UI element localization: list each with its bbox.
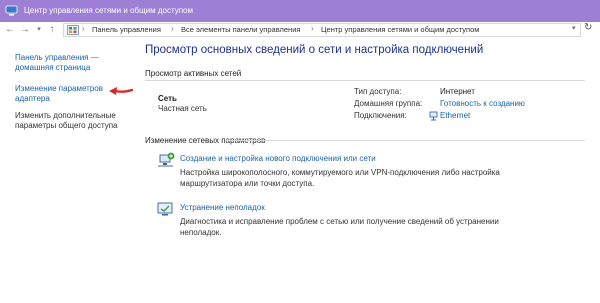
network-center-icon bbox=[5, 5, 18, 16]
advanced-sharing-settings-link[interactable]: Изменить дополнительные параметры общего… bbox=[15, 111, 118, 131]
setup-new-connection-description: Настройка широкополосного, коммутируемог… bbox=[180, 168, 500, 188]
window-title: Центр управления сетями и общим доступом bbox=[24, 6, 193, 15]
breadcrumb-separator: › bbox=[311, 24, 314, 33]
forward-button[interactable]: → bbox=[19, 24, 31, 36]
breadcrumb-control-panel[interactable]: Панель управления bbox=[92, 25, 161, 34]
breadcrumb-network-center[interactable]: Центр управления сетями и общим доступом bbox=[321, 25, 479, 34]
setup-new-connection-link[interactable]: Создание и настройка нового подключения … bbox=[180, 154, 376, 163]
red-arrow-annotation bbox=[109, 87, 133, 95]
section-divider bbox=[225, 140, 585, 141]
breadcrumb-all-items[interactable]: Все элементы панели управления bbox=[181, 25, 300, 34]
network-type[interactable]: Частная сеть bbox=[158, 104, 207, 113]
breadcrumb-separator: › bbox=[82, 24, 85, 33]
address-dropdown-icon[interactable]: ▾ bbox=[572, 24, 576, 32]
refresh-button[interactable]: ↻ bbox=[584, 22, 592, 33]
change-adapter-settings-link[interactable]: Изменение параметров адаптера bbox=[15, 84, 103, 104]
recent-locations-dropdown[interactable]: ▾ bbox=[33, 24, 45, 36]
connections-label: Подключения: bbox=[354, 111, 407, 120]
ethernet-link[interactable]: Ethernet bbox=[440, 111, 470, 120]
control-panel-icon bbox=[67, 25, 79, 35]
access-type-label: Тип доступа: bbox=[354, 87, 402, 96]
troubleshoot-description: Диагностика и исправление проблем с сеть… bbox=[180, 217, 499, 237]
access-type-value: Интернет bbox=[440, 87, 475, 96]
breadcrumb-separator: › bbox=[171, 24, 174, 33]
ethernet-icon bbox=[429, 111, 438, 121]
control-panel-home-link[interactable]: Панель управления — домашняя страница bbox=[15, 53, 99, 73]
homegroup-link[interactable]: Готовность к созданию bbox=[440, 99, 525, 108]
page-title: Просмотр основных сведений о сети и наст… bbox=[145, 44, 484, 56]
troubleshoot-icon bbox=[157, 202, 173, 216]
up-button[interactable]: ↑ bbox=[46, 24, 58, 36]
new-connection-icon bbox=[158, 152, 175, 167]
troubleshoot-link[interactable]: Устранение неполадок bbox=[180, 203, 265, 212]
section-divider bbox=[145, 80, 585, 81]
back-button[interactable]: ← bbox=[4, 24, 16, 36]
active-networks-header: Просмотр активных сетей bbox=[145, 69, 242, 78]
network-name: Сеть bbox=[158, 94, 177, 103]
homegroup-label: Домашняя группа: bbox=[354, 99, 423, 108]
